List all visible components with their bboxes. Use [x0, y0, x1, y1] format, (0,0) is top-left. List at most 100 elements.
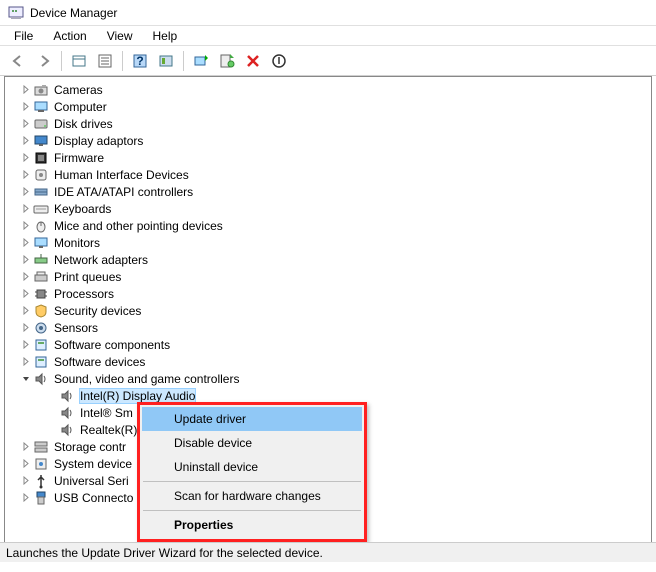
- menu-action[interactable]: Action: [43, 27, 96, 45]
- context-menu-item[interactable]: Scan for hardware changes: [142, 484, 362, 508]
- chevron-right-icon[interactable]: [19, 202, 33, 216]
- tree-category[interactable]: IDE ATA/ATAPI controllers: [19, 183, 651, 200]
- chevron-right-icon[interactable]: [19, 253, 33, 267]
- storage-icon: [33, 439, 49, 455]
- status-bar: Launches the Update Driver Wizard for th…: [0, 542, 656, 562]
- chevron-right-icon[interactable]: [19, 321, 33, 335]
- tree-label[interactable]: Intel® Sm: [79, 406, 134, 420]
- tree-category[interactable]: Disk drives: [19, 115, 651, 132]
- tree-category[interactable]: Cameras: [19, 81, 651, 98]
- tree-category[interactable]: Processors: [19, 285, 651, 302]
- context-menu-item[interactable]: Disable device: [142, 431, 362, 455]
- tree-category[interactable]: Software components: [19, 336, 651, 353]
- menu-view[interactable]: View: [97, 27, 143, 45]
- chevron-right-icon[interactable]: [19, 219, 33, 233]
- tree-label[interactable]: Software components: [53, 338, 171, 352]
- tree-label[interactable]: Network adapters: [53, 253, 149, 267]
- tree-category[interactable]: Sound, video and game controllers: [19, 370, 651, 387]
- tree-label[interactable]: Sound, video and game controllers: [53, 372, 240, 386]
- context-menu: Update driverDisable deviceUninstall dev…: [137, 402, 367, 542]
- tree-label[interactable]: Print queues: [53, 270, 122, 284]
- tree-label[interactable]: Mice and other pointing devices: [53, 219, 224, 233]
- tree-label[interactable]: USB Connecto: [53, 491, 134, 505]
- action-button[interactable]: [154, 49, 178, 73]
- context-menu-item[interactable]: Update driver: [142, 407, 362, 431]
- tree-label[interactable]: Security devices: [53, 304, 142, 318]
- ide-icon: [33, 184, 49, 200]
- show-hidden-button[interactable]: [67, 49, 91, 73]
- help-button[interactable]: ?: [128, 49, 152, 73]
- sound-icon: [59, 388, 75, 404]
- tree-label[interactable]: Display adaptors: [53, 134, 144, 148]
- update-driver-button[interactable]: [189, 49, 213, 73]
- menu-help[interactable]: Help: [143, 27, 188, 45]
- chevron-right-icon[interactable]: [19, 440, 33, 454]
- chevron-right-icon[interactable]: [19, 83, 33, 97]
- chevron-right-icon[interactable]: [19, 457, 33, 471]
- tree-label[interactable]: Sensors: [53, 321, 99, 335]
- network-icon: [33, 252, 49, 268]
- tree-label[interactable]: Disk drives: [53, 117, 114, 131]
- menu-separator: [143, 510, 361, 511]
- chevron-right-icon[interactable]: [19, 355, 33, 369]
- chevron-right-icon[interactable]: [19, 270, 33, 284]
- tree-category[interactable]: Network adapters: [19, 251, 651, 268]
- back-button[interactable]: [6, 49, 30, 73]
- tree-label[interactable]: System device: [53, 457, 133, 471]
- tree-label[interactable]: Realtek(R): [79, 423, 138, 437]
- tree-category[interactable]: Computer: [19, 98, 651, 115]
- tree-category[interactable]: Security devices: [19, 302, 651, 319]
- chevron-right-icon[interactable]: [19, 338, 33, 352]
- computer-icon: [33, 99, 49, 115]
- toolbar: ?: [0, 46, 656, 76]
- chevron-down-icon[interactable]: [19, 372, 33, 386]
- usb-icon: [33, 473, 49, 489]
- tree-label[interactable]: Processors: [53, 287, 115, 301]
- uninstall-button[interactable]: [241, 49, 265, 73]
- context-menu-item[interactable]: Properties: [142, 513, 362, 537]
- security-icon: [33, 303, 49, 319]
- toolbar-separator: [122, 51, 123, 71]
- tree-label[interactable]: IDE ATA/ATAPI controllers: [53, 185, 194, 199]
- menu-file[interactable]: File: [4, 27, 43, 45]
- tree-label[interactable]: Keyboards: [53, 202, 112, 216]
- mouse-icon: [33, 218, 49, 234]
- chevron-right-icon[interactable]: [19, 100, 33, 114]
- tree-category[interactable]: Software devices: [19, 353, 651, 370]
- chevron-right-icon[interactable]: [19, 151, 33, 165]
- tree-category[interactable]: Sensors: [19, 319, 651, 336]
- tree-label[interactable]: Cameras: [53, 83, 104, 97]
- tree-category[interactable]: Print queues: [19, 268, 651, 285]
- tree-label[interactable]: Software devices: [53, 355, 146, 369]
- context-menu-item[interactable]: Uninstall device: [142, 455, 362, 479]
- chevron-right-icon[interactable]: [19, 117, 33, 131]
- chevron-right-icon[interactable]: [19, 168, 33, 182]
- tree-label[interactable]: Monitors: [53, 236, 101, 250]
- scan-hardware-button[interactable]: [215, 49, 239, 73]
- sound-icon: [33, 371, 49, 387]
- chevron-right-icon[interactable]: [19, 185, 33, 199]
- tree-category[interactable]: Mice and other pointing devices: [19, 217, 651, 234]
- tree-category[interactable]: Firmware: [19, 149, 651, 166]
- tree-label[interactable]: Firmware: [53, 151, 105, 165]
- tree-category[interactable]: Human Interface Devices: [19, 166, 651, 183]
- tree-category[interactable]: Display adaptors: [19, 132, 651, 149]
- chevron-right-icon[interactable]: [19, 134, 33, 148]
- chevron-right-icon[interactable]: [19, 304, 33, 318]
- chevron-right-icon[interactable]: [19, 236, 33, 250]
- chevron-right-icon[interactable]: [19, 491, 33, 505]
- tree-category[interactable]: Monitors: [19, 234, 651, 251]
- toolbar-separator: [61, 51, 62, 71]
- device-tree[interactable]: Cameras Computer Disk drives Display adapto…: [4, 76, 652, 554]
- properties-button[interactable]: [93, 49, 117, 73]
- tree-label[interactable]: Computer: [53, 100, 108, 114]
- chevron-right-icon[interactable]: [19, 287, 33, 301]
- tree-label[interactable]: Human Interface Devices: [53, 168, 190, 182]
- tree-category[interactable]: Keyboards: [19, 200, 651, 217]
- monitor-icon: [33, 235, 49, 251]
- tree-label[interactable]: Universal Seri: [53, 474, 130, 488]
- chevron-right-icon[interactable]: [19, 474, 33, 488]
- disable-button[interactable]: [267, 49, 291, 73]
- forward-button[interactable]: [32, 49, 56, 73]
- tree-label[interactable]: Storage contr: [53, 440, 127, 454]
